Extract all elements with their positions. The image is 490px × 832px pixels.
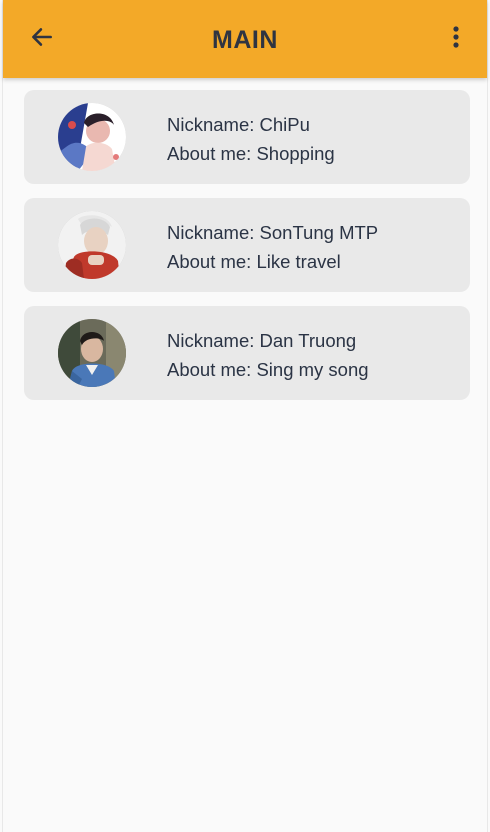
back-button[interactable] [25,22,59,56]
profile-nickname: Nickname: Dan Truong [167,330,357,351]
profile-about: About me: Shopping [167,143,335,164]
profile-card[interactable]: Nickname: SonTung MTP About me: Like tra… [24,198,470,292]
profile-about: About me: Like travel [167,251,341,272]
arrow-left-icon [29,24,55,55]
more-menu-button[interactable] [439,22,473,56]
profile-info: Nickname: Dan Truong About me: Sing my s… [167,326,369,384]
avatar [58,103,126,171]
profile-nickname: Nickname: SonTung MTP [167,222,379,243]
profile-info: Nickname: ChiPu About me: Shopping [167,110,335,168]
profile-about: About me: Sing my song [167,359,369,380]
avatar [58,211,126,279]
profile-card[interactable]: Nickname: ChiPu About me: Shopping [24,90,470,184]
page-title: MAIN [212,25,278,54]
more-vertical-icon [450,24,462,55]
avatar [58,319,126,387]
profile-nickname: Nickname: ChiPu [167,114,310,135]
app-screen: MAIN Nickname: ChiPu About me: Shopping … [2,0,488,832]
profile-card[interactable]: Nickname: Dan Truong About me: Sing my s… [24,306,470,400]
app-bar: MAIN [3,0,487,78]
profile-list: Nickname: ChiPu About me: Shopping Nickn… [24,90,470,414]
profile-info: Nickname: SonTung MTP About me: Like tra… [167,218,378,276]
